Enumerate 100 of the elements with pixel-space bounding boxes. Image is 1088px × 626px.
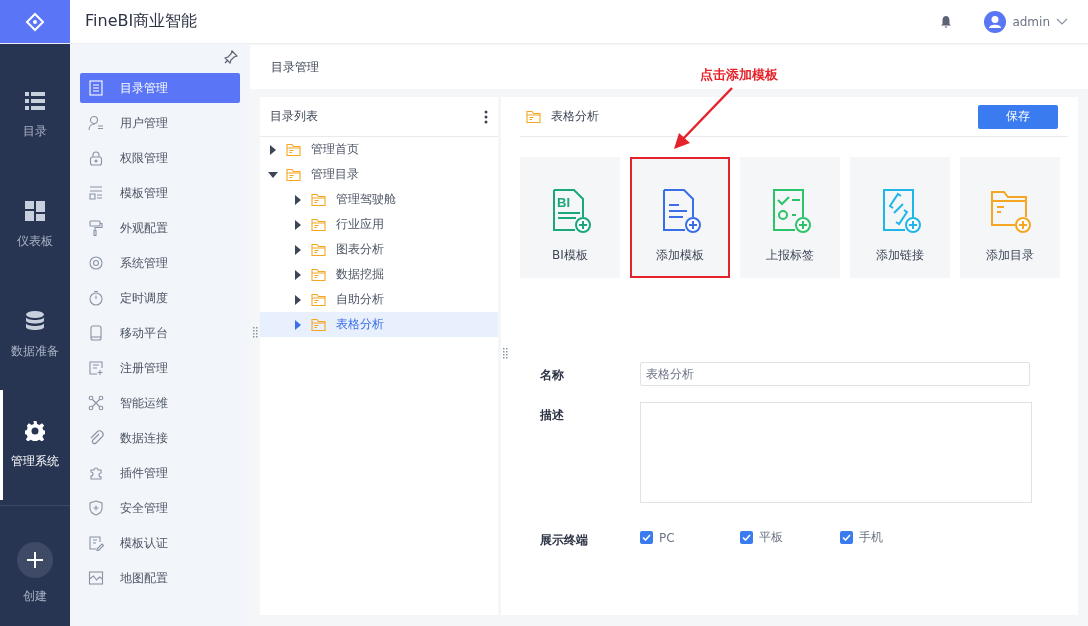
page-title: 目录管理 <box>271 58 319 76</box>
expand-arrow-icon[interactable] <box>293 294 303 305</box>
logo-icon <box>25 11 45 32</box>
menu-item[interactable]: 安全管理 <box>80 493 240 523</box>
menu-item[interactable]: 目录管理 <box>80 73 240 103</box>
map-icon <box>88 570 104 586</box>
tree-item[interactable]: 管理首页 <box>260 137 498 162</box>
user-menu[interactable]: admin <box>984 10 1068 33</box>
check-icon <box>742 534 751 541</box>
avatar-icon <box>984 10 1007 33</box>
folder-icon <box>311 217 326 232</box>
tree-item[interactable]: 管理驾驶舱 <box>260 187 498 212</box>
menu-item[interactable]: 插件管理 <box>80 458 240 488</box>
tree-item[interactable]: 自助分析 <box>260 287 498 312</box>
app-title: FineBI商业智能 <box>84 11 199 32</box>
tree-item[interactable]: 行业应用 <box>260 212 498 237</box>
puzzle-icon <box>88 465 104 481</box>
pin-icon[interactable] <box>224 50 238 64</box>
drag-handle-icon[interactable] <box>503 348 508 359</box>
menu-item[interactable]: 移动平台 <box>80 318 240 348</box>
list-icon <box>88 80 104 96</box>
check-icon <box>842 534 851 541</box>
checkbox-label: PC <box>659 530 675 545</box>
add-card[interactable]: 添加目录 <box>960 157 1060 278</box>
menu-item[interactable]: 定时调度 <box>80 283 240 313</box>
folder-title: 表格分析 <box>551 108 600 125</box>
menu-item[interactable]: 智能运维 <box>80 388 240 418</box>
menu-item[interactable]: 外观配置 <box>80 213 240 243</box>
dashboard-icon <box>25 200 45 221</box>
folder-icon <box>311 292 326 307</box>
expand-arrow-icon[interactable] <box>293 219 303 230</box>
checkbox-label: 平板 <box>759 529 783 546</box>
settings-icon <box>88 255 104 271</box>
add-card[interactable]: 添加链接 <box>850 157 950 278</box>
paperclip-icon <box>88 430 104 446</box>
add-card[interactable]: 添加模板 <box>630 157 730 278</box>
checkbox-label: 手机 <box>859 529 883 546</box>
name-field[interactable]: 表格分析 <box>640 362 1030 386</box>
network-icon <box>88 395 104 411</box>
layout-icon <box>88 185 104 201</box>
expand-arrow-icon[interactable] <box>268 144 278 155</box>
bell-icon[interactable] <box>940 15 953 28</box>
lock-icon <box>88 150 104 166</box>
tree-item[interactable]: 表格分析 <box>260 312 498 337</box>
folder-icon <box>286 142 301 157</box>
collapse-arrow-icon[interactable] <box>268 169 278 180</box>
list-icon <box>25 90 45 111</box>
roller-icon <box>88 220 104 236</box>
menu-item[interactable]: 注册管理 <box>80 353 240 383</box>
folder-icon <box>311 317 326 332</box>
settings-icon <box>25 420 45 441</box>
panel-title: 目录列表 <box>270 108 318 125</box>
folder-icon <box>311 267 326 282</box>
menu-item[interactable]: 模板管理 <box>80 178 240 208</box>
expand-arrow-icon[interactable] <box>293 269 303 280</box>
plus-icon <box>27 552 43 568</box>
expand-arrow-icon[interactable] <box>293 319 303 330</box>
tree-item[interactable]: 管理目录 <box>260 162 498 187</box>
annotation-text: 点击添加模板 <box>700 66 778 84</box>
nav-item[interactable]: 仪表板 <box>0 170 67 280</box>
menu-item[interactable]: 系统管理 <box>80 248 240 278</box>
create-button[interactable] <box>17 542 53 578</box>
drag-handle-icon[interactable] <box>253 327 258 338</box>
field-label: 名称 <box>540 367 565 384</box>
user-icon <box>88 115 104 131</box>
menu-item[interactable]: 模板认证 <box>80 528 240 558</box>
checkbox[interactable] <box>840 531 853 544</box>
menu-item[interactable]: 用户管理 <box>80 108 240 138</box>
description-field[interactable] <box>640 402 1032 503</box>
checkbox[interactable] <box>740 531 753 544</box>
folder-icon <box>311 192 326 207</box>
folder-icon <box>311 242 326 257</box>
nav-item[interactable]: 数据准备 <box>0 280 67 390</box>
save-button[interactable]: 保存 <box>978 104 1058 129</box>
add-card[interactable]: BI BI模板 <box>520 157 620 278</box>
folder-icon <box>526 109 541 124</box>
tree-item[interactable]: 数据挖掘 <box>260 262 498 287</box>
nav-item[interactable]: 目录 <box>0 60 67 170</box>
field-label: 描述 <box>540 407 565 424</box>
add-card[interactable]: 上报标签 <box>740 157 840 278</box>
expand-arrow-icon[interactable] <box>293 194 303 205</box>
phone-icon <box>88 325 104 341</box>
menu-item[interactable]: 权限管理 <box>80 143 240 173</box>
expand-arrow-icon[interactable] <box>293 244 303 255</box>
database-icon <box>25 310 45 331</box>
check-icon <box>642 534 651 541</box>
checkbox[interactable] <box>640 531 653 544</box>
more-icon[interactable] <box>484 109 488 124</box>
folder-icon <box>286 167 301 182</box>
document-icon <box>88 535 104 551</box>
document-plus-icon <box>88 360 104 376</box>
menu-item[interactable]: 数据连接 <box>80 423 240 453</box>
shield-icon <box>88 500 104 516</box>
tree-item[interactable]: 图表分析 <box>260 237 498 262</box>
menu-item[interactable]: 地图配置 <box>80 563 240 593</box>
create-label: 创建 <box>23 588 47 605</box>
field-label: 展示终端 <box>540 532 589 549</box>
nav-item[interactable]: 管理系统 <box>0 390 67 500</box>
timer-icon <box>88 290 104 306</box>
caret-icon <box>1056 17 1068 26</box>
